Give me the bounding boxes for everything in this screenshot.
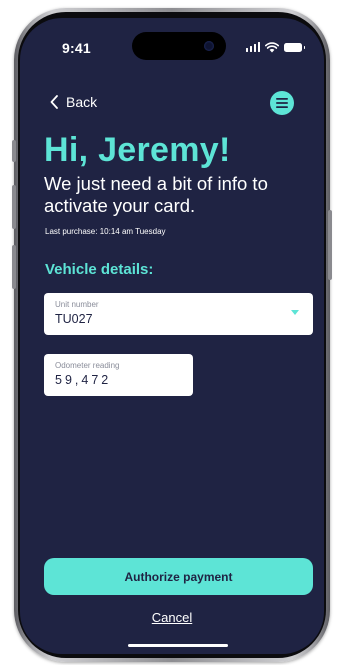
app-screen: 9:41 Back Hi, Jeremy! We just need a bit… <box>20 18 324 654</box>
home-indicator[interactable] <box>128 644 228 647</box>
battery-icon <box>284 42 305 52</box>
authorize-payment-button[interactable]: Authorize payment <box>44 558 313 595</box>
volume-down-button <box>12 245 16 289</box>
volume-up-button <box>12 185 16 229</box>
unit-number-label: Unit number <box>55 300 99 309</box>
menu-icon <box>276 98 288 108</box>
camera-icon <box>204 41 214 51</box>
odometer-value: 59,472 <box>55 373 112 387</box>
authorize-payment-label: Authorize payment <box>124 569 233 584</box>
chevron-down-icon <box>291 310 299 315</box>
odometer-reading-field[interactable]: Odometer reading 59,472 <box>44 354 193 396</box>
vehicle-details-heading: Vehicle details: <box>45 261 154 278</box>
cancel-link[interactable]: Cancel <box>20 610 324 625</box>
unit-number-select[interactable]: Unit number TU027 <box>44 293 313 335</box>
power-button <box>328 210 332 280</box>
status-icons <box>245 41 305 53</box>
chevron-left-icon <box>50 95 58 109</box>
greeting-heading: Hi, Jeremy! <box>44 131 231 169</box>
wifi-icon <box>265 41 279 52</box>
back-button[interactable]: Back <box>50 94 97 110</box>
odometer-label: Odometer reading <box>55 361 120 370</box>
dynamic-island <box>132 32 226 60</box>
back-label: Back <box>66 94 98 110</box>
status-time: 9:41 <box>62 40 91 56</box>
last-purchase-text: Last purchase: 10:14 am Tuesday <box>45 227 166 236</box>
cellular-signal-icon <box>245 42 260 52</box>
unit-number-value: TU027 <box>55 312 93 326</box>
menu-button[interactable] <box>270 91 294 115</box>
silent-switch <box>12 140 16 162</box>
subtitle-text: We just need a bit of info to activate y… <box>44 173 268 216</box>
